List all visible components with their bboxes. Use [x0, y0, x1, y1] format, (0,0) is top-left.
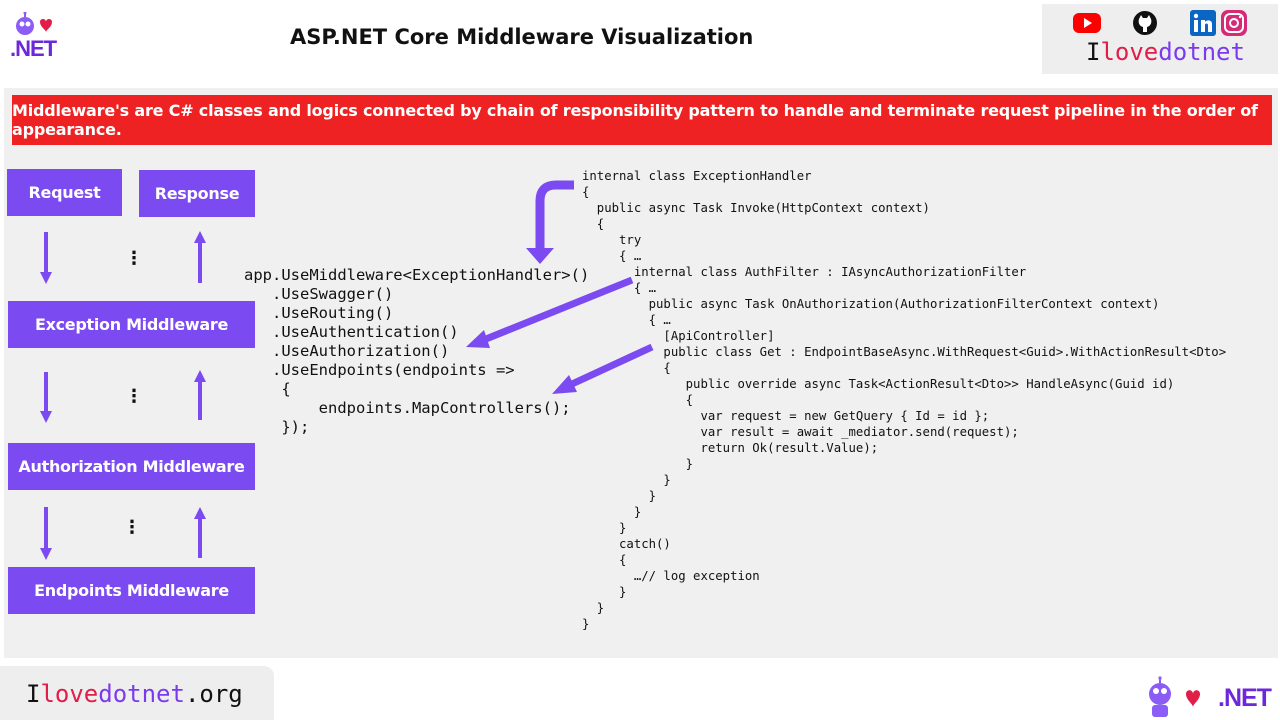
code-line: public async Task OnAuthorization(Author…	[582, 297, 1160, 311]
exception-handler-code: internal class ExceptionHandler { public …	[582, 168, 1226, 632]
code-line: {	[582, 553, 627, 567]
code-line: public override async Task<ActionResult<…	[582, 377, 1175, 391]
code-line: {	[582, 361, 671, 375]
code-line: }	[582, 457, 694, 471]
instagram-icon[interactable]	[1218, 10, 1248, 36]
footer-brand[interactable]: Ilovedotnet.org	[26, 680, 243, 708]
code-line: endpoints.MapControllers();	[244, 399, 571, 417]
dotnet-bot-logo-footer: .NET	[1140, 676, 1276, 720]
code-line: }	[582, 521, 627, 535]
code-line: app.UseMiddleware<ExceptionHandler>()	[244, 266, 590, 284]
code-line: .UseAuthentication()	[244, 323, 459, 341]
code-line: .UseAuthorization()	[244, 342, 450, 360]
code-line: {	[582, 217, 605, 231]
code-line: }	[582, 473, 671, 487]
code-line: {	[582, 393, 694, 407]
code-line: .UseRouting()	[244, 304, 394, 322]
code-line: }	[582, 617, 590, 631]
code-line: return Ok(result.Value);	[582, 441, 879, 455]
brand-i: I	[1086, 38, 1101, 66]
code-line: }	[582, 505, 642, 519]
ellipsis-dots: ⋮	[123, 517, 141, 537]
code-line: });	[244, 418, 310, 436]
code-line: .UseEndpoints(endpoints =>	[244, 361, 515, 379]
pipeline-code: app.UseMiddleware<ExceptionHandler>() .U…	[244, 266, 589, 437]
code-line: internal class AuthFilter : IAsyncAuthor…	[582, 265, 1027, 279]
code-line: .UseSwagger()	[244, 285, 394, 303]
dotnet-bot-logo: .NET	[4, 11, 66, 61]
definition-banner: Middleware's are C# classes and logics c…	[12, 95, 1272, 145]
brand-love: love	[1100, 38, 1159, 66]
ellipsis-dots: ⋮	[125, 248, 143, 268]
code-line: }	[582, 489, 657, 503]
page-title: ASP.NET Core Middleware Visualization	[290, 25, 754, 49]
footer-brand-dotnet: dotnet	[98, 680, 185, 708]
footer-brand-i: I	[26, 680, 41, 708]
response-box: Response	[139, 170, 255, 217]
linkedin-icon[interactable]	[1188, 10, 1218, 36]
code-line: { …	[582, 249, 642, 263]
code-line: internal class ExceptionHandler	[582, 169, 812, 183]
exception-middleware-box: Exception Middleware	[8, 301, 255, 348]
code-line: { …	[582, 281, 657, 295]
code-line: var result = await _mediator.send(reques…	[582, 425, 1019, 439]
dotnet-logo-text: .NET	[1218, 684, 1272, 712]
request-box: Request	[7, 169, 122, 216]
brand-name: Ilovedotnet	[1086, 38, 1245, 66]
footer-brand-love: love	[40, 680, 99, 708]
code-line: try	[582, 233, 642, 247]
brand-dotnet: dotnet	[1158, 38, 1245, 66]
code-line: {	[244, 380, 291, 398]
github-icon[interactable]	[1130, 10, 1160, 36]
code-line: public async Task Invoke(HttpContext con…	[582, 201, 930, 215]
endpoints-middleware-box: Endpoints Middleware	[8, 567, 255, 614]
code-line: …// log exception	[582, 569, 760, 583]
ellipsis-dots: ⋮	[125, 386, 143, 406]
dotnet-logo-text: .NET	[10, 36, 57, 61]
authorization-middleware-box: Authorization Middleware	[8, 443, 255, 490]
code-line: var request = new GetQuery { Id = id };	[582, 409, 990, 423]
code-line: public class Get : EndpointBaseAsync.Wit…	[582, 345, 1227, 359]
youtube-icon[interactable]	[1072, 10, 1102, 36]
code-line: {	[582, 185, 590, 199]
code-line: }	[582, 585, 627, 599]
code-line: { …	[582, 313, 671, 327]
dotnet-bot-icon	[1149, 676, 1200, 717]
code-line: [ApiController]	[582, 329, 775, 343]
code-line: catch()	[582, 537, 671, 551]
code-line: }	[582, 601, 605, 615]
social-panel: Ilovedotnet	[1042, 4, 1278, 74]
footer-brand-org: .org	[184, 680, 243, 708]
